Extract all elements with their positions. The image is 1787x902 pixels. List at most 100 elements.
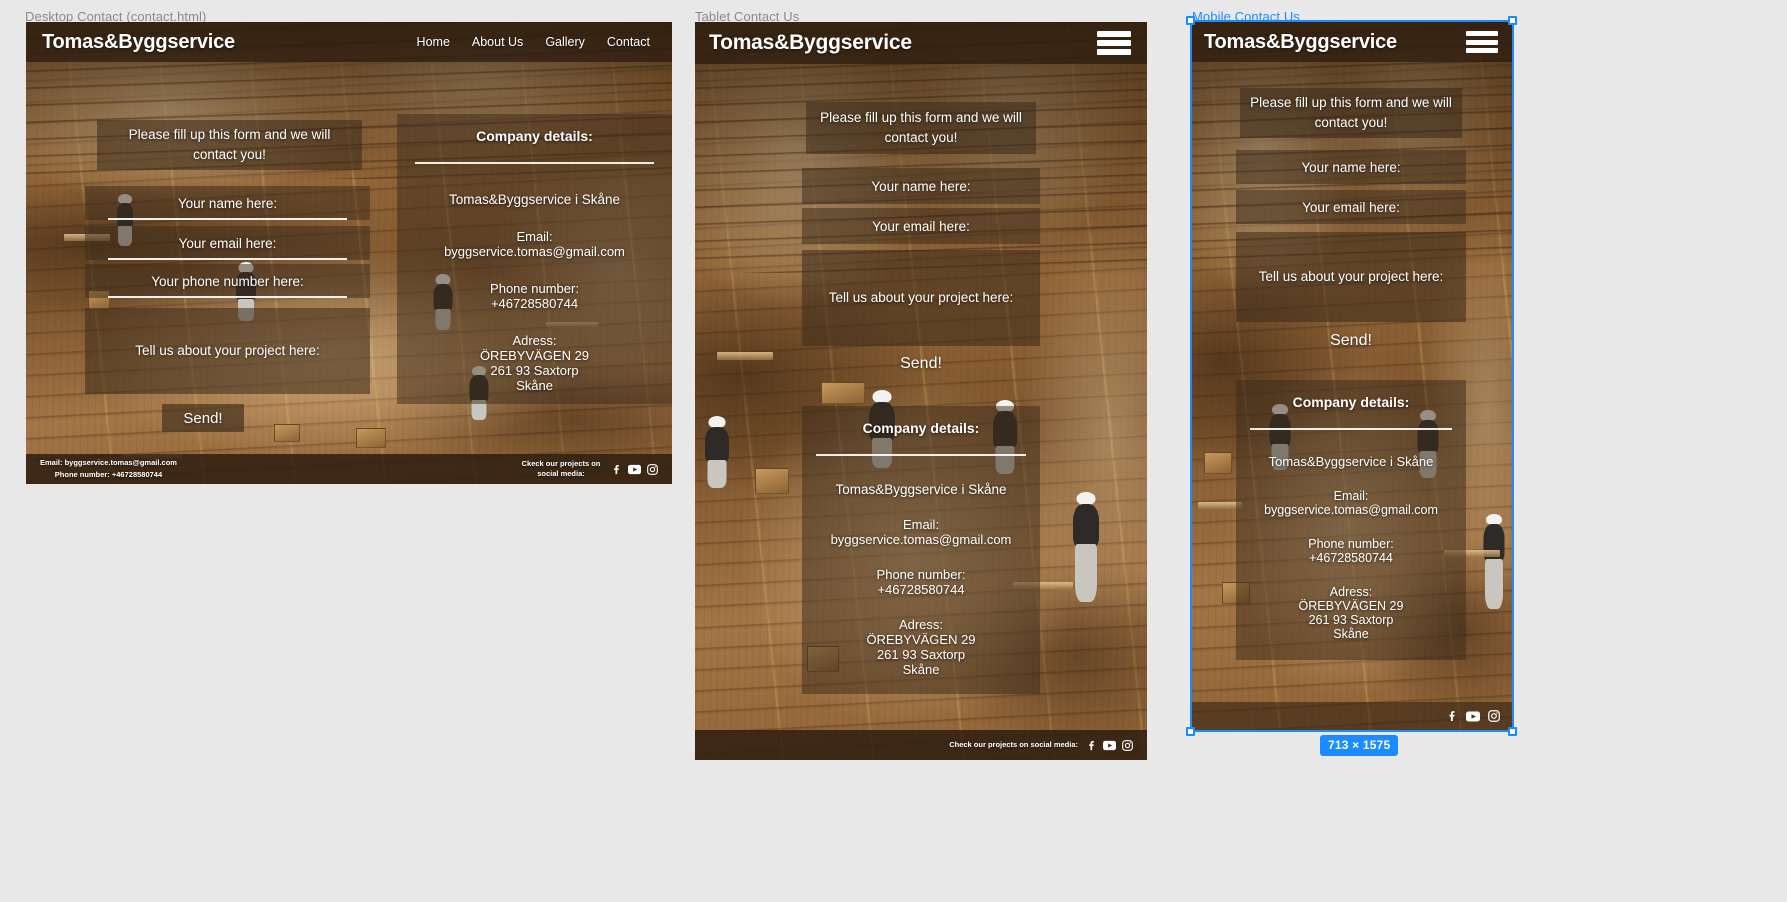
company-details-panel: Company details: Tomas&Byggservice i Skå… (802, 406, 1040, 694)
nav-item-home[interactable]: Home (417, 35, 450, 49)
instagram-icon[interactable] (647, 463, 658, 475)
facebook-icon[interactable] (611, 464, 622, 475)
company-name: Tomas&Byggservice i Skåne (835, 482, 1007, 497)
brand-logo[interactable]: Tomas&Byggservice (1204, 31, 1397, 54)
site-desktop: Tomas&Byggservice Home About Us Gallery … (26, 22, 672, 484)
contact-stage: Please fill up this form and we will con… (1192, 62, 1512, 702)
form-intro-text: Please fill up this form and we will con… (806, 102, 1036, 154)
footer-email-line[interactable]: Email: byggservice.tomas@gmail.com (40, 457, 177, 469)
details-address-line2: 261 93 Saxtorp (1308, 613, 1394, 627)
brand-logo[interactable]: Tomas&Byggservice (709, 31, 912, 55)
hamburger-menu-icon[interactable] (1466, 31, 1498, 53)
details-address-label: Adress: (898, 617, 944, 632)
details-email-label: Email: (1333, 489, 1369, 503)
send-button[interactable]: Send! (162, 404, 244, 432)
size-badge: 713 × 1575 (1320, 735, 1399, 756)
footer-social-block: Check our projects on social media: (949, 739, 1133, 751)
details-phone-value[interactable]: +46728580744 (1244, 551, 1458, 565)
footer-social-block: Ckeck our projects on social media: (519, 459, 658, 479)
name-input[interactable]: Your name here: (1236, 150, 1466, 184)
company-details-title: Company details: (476, 128, 593, 144)
social-links (1086, 739, 1133, 751)
email-input-placeholder: Your email here: (178, 235, 277, 251)
details-divider (415, 162, 654, 164)
details-address-line2: 261 93 Saxtorp (490, 363, 579, 378)
details-phone-value[interactable]: +46728580744 (407, 296, 662, 311)
artboard-mobile[interactable]: Tomas&Byggservice Please fill up this fo… (1192, 22, 1512, 730)
nav-item-contact[interactable]: Contact (607, 35, 650, 49)
details-address-label: Adress: (1329, 585, 1373, 599)
brand-logo[interactable]: Tomas&Byggservice (42, 31, 235, 54)
email-input[interactable]: Your email here: (85, 226, 370, 260)
company-details-panel: Company details: Tomas&Byggservice i Skå… (1236, 380, 1466, 660)
contact-stage: Please fill up this form and we will con… (26, 62, 672, 454)
send-button[interactable]: Send! (880, 348, 962, 380)
details-email-value[interactable]: byggservice.tomas@gmail.com (810, 532, 1032, 547)
form-intro-label: Please fill up this form and we will con… (128, 127, 331, 162)
details-address-line1: ÖREBYVÄGEN 29 (1298, 599, 1404, 613)
main-nav: Home About Us Gallery Contact (417, 35, 650, 49)
name-input[interactable]: Your name here: (802, 168, 1040, 204)
form-intro-text: Please fill up this form and we will con… (97, 120, 362, 170)
youtube-icon[interactable] (1466, 711, 1480, 722)
details-divider (1250, 428, 1452, 430)
details-address-line1: ÖREBYVÄGEN 29 (866, 632, 976, 647)
email-input[interactable]: Your email here: (1236, 190, 1466, 224)
nav-item-about-us[interactable]: About Us (472, 35, 523, 49)
hamburger-menu-icon[interactable] (1097, 31, 1131, 55)
design-canvas: Desktop Contact (contact.html) Tomas&Byg… (0, 0, 1787, 902)
message-input[interactable]: Tell us about your project here: (1236, 232, 1466, 322)
details-phone-label: Phone number: (490, 281, 579, 296)
company-name: Tomas&Byggservice i Skåne (448, 192, 621, 207)
footer-phone-line[interactable]: Phone number: +46728580744 (40, 469, 177, 481)
send-button-label: Send! (900, 355, 942, 372)
resize-handle-top-right[interactable] (1508, 16, 1517, 25)
youtube-icon[interactable] (1103, 740, 1116, 751)
details-phone-value[interactable]: +46728580744 (810, 582, 1032, 597)
youtube-icon[interactable] (628, 464, 641, 475)
site-tablet: Tomas&Byggservice Please fill up this fo… (695, 22, 1147, 760)
company-details-title: Company details: (862, 420, 980, 436)
resize-handle-top-left[interactable] (1186, 16, 1195, 25)
name-input-placeholder: Your name here: (1301, 159, 1401, 175)
name-input-underline (107, 218, 348, 220)
site-footer (1192, 702, 1512, 730)
send-button[interactable]: Send! (1310, 326, 1392, 356)
details-email-label: Email: (516, 229, 553, 244)
details-address-line1: ÖREBYVÄGEN 29 (479, 348, 590, 363)
email-input[interactable]: Your email here: (802, 208, 1040, 244)
form-intro-text: Please fill up this form and we will con… (1240, 88, 1462, 138)
details-divider (816, 454, 1026, 456)
resize-handle-bottom-left[interactable] (1186, 727, 1195, 736)
message-input[interactable]: Tell us about your project here: (85, 308, 370, 394)
footer-social-label: Ckeck our projects on social media: (521, 459, 601, 478)
facebook-icon[interactable] (1086, 740, 1097, 751)
details-address-line2: 261 93 Saxtorp (876, 647, 966, 662)
phone-input[interactable]: Your phone number here: (85, 264, 370, 298)
message-input-placeholder: Tell us about your project here: (135, 343, 320, 359)
name-input-placeholder: Your name here: (177, 195, 278, 211)
email-input-placeholder: Your email here: (872, 218, 970, 234)
site-header: Tomas&Byggservice (695, 22, 1147, 64)
facebook-icon[interactable] (1446, 710, 1458, 722)
details-address-line3: Skåne (902, 662, 940, 677)
site-footer: Email: byggservice.tomas@gmail.com Phone… (26, 454, 672, 484)
name-input[interactable]: Your name here: (85, 186, 370, 220)
message-input-placeholder: Tell us about your project here: (828, 290, 1014, 306)
instagram-icon[interactable] (1488, 710, 1500, 722)
nav-item-gallery[interactable]: Gallery (545, 35, 585, 49)
resize-handle-bottom-right[interactable] (1508, 727, 1517, 736)
footer-social-label: Check our projects on social media: (949, 740, 1078, 750)
artboard-desktop[interactable]: Tomas&Byggservice Home About Us Gallery … (26, 22, 672, 484)
details-email-value[interactable]: byggservice.tomas@gmail.com (407, 244, 662, 259)
instagram-icon[interactable] (1122, 739, 1133, 751)
artboard-tablet[interactable]: Tomas&Byggservice Please fill up this fo… (695, 22, 1147, 760)
message-input[interactable]: Tell us about your project here: (802, 250, 1040, 346)
details-phone-label: Phone number: (1308, 537, 1394, 551)
phone-input-underline (107, 296, 348, 298)
social-links (611, 463, 658, 475)
email-input-underline (107, 258, 348, 260)
details-email-value[interactable]: byggservice.tomas@gmail.com (1244, 503, 1458, 517)
name-input-placeholder: Your name here: (871, 178, 971, 194)
details-phone-label: Phone number: (876, 567, 966, 582)
